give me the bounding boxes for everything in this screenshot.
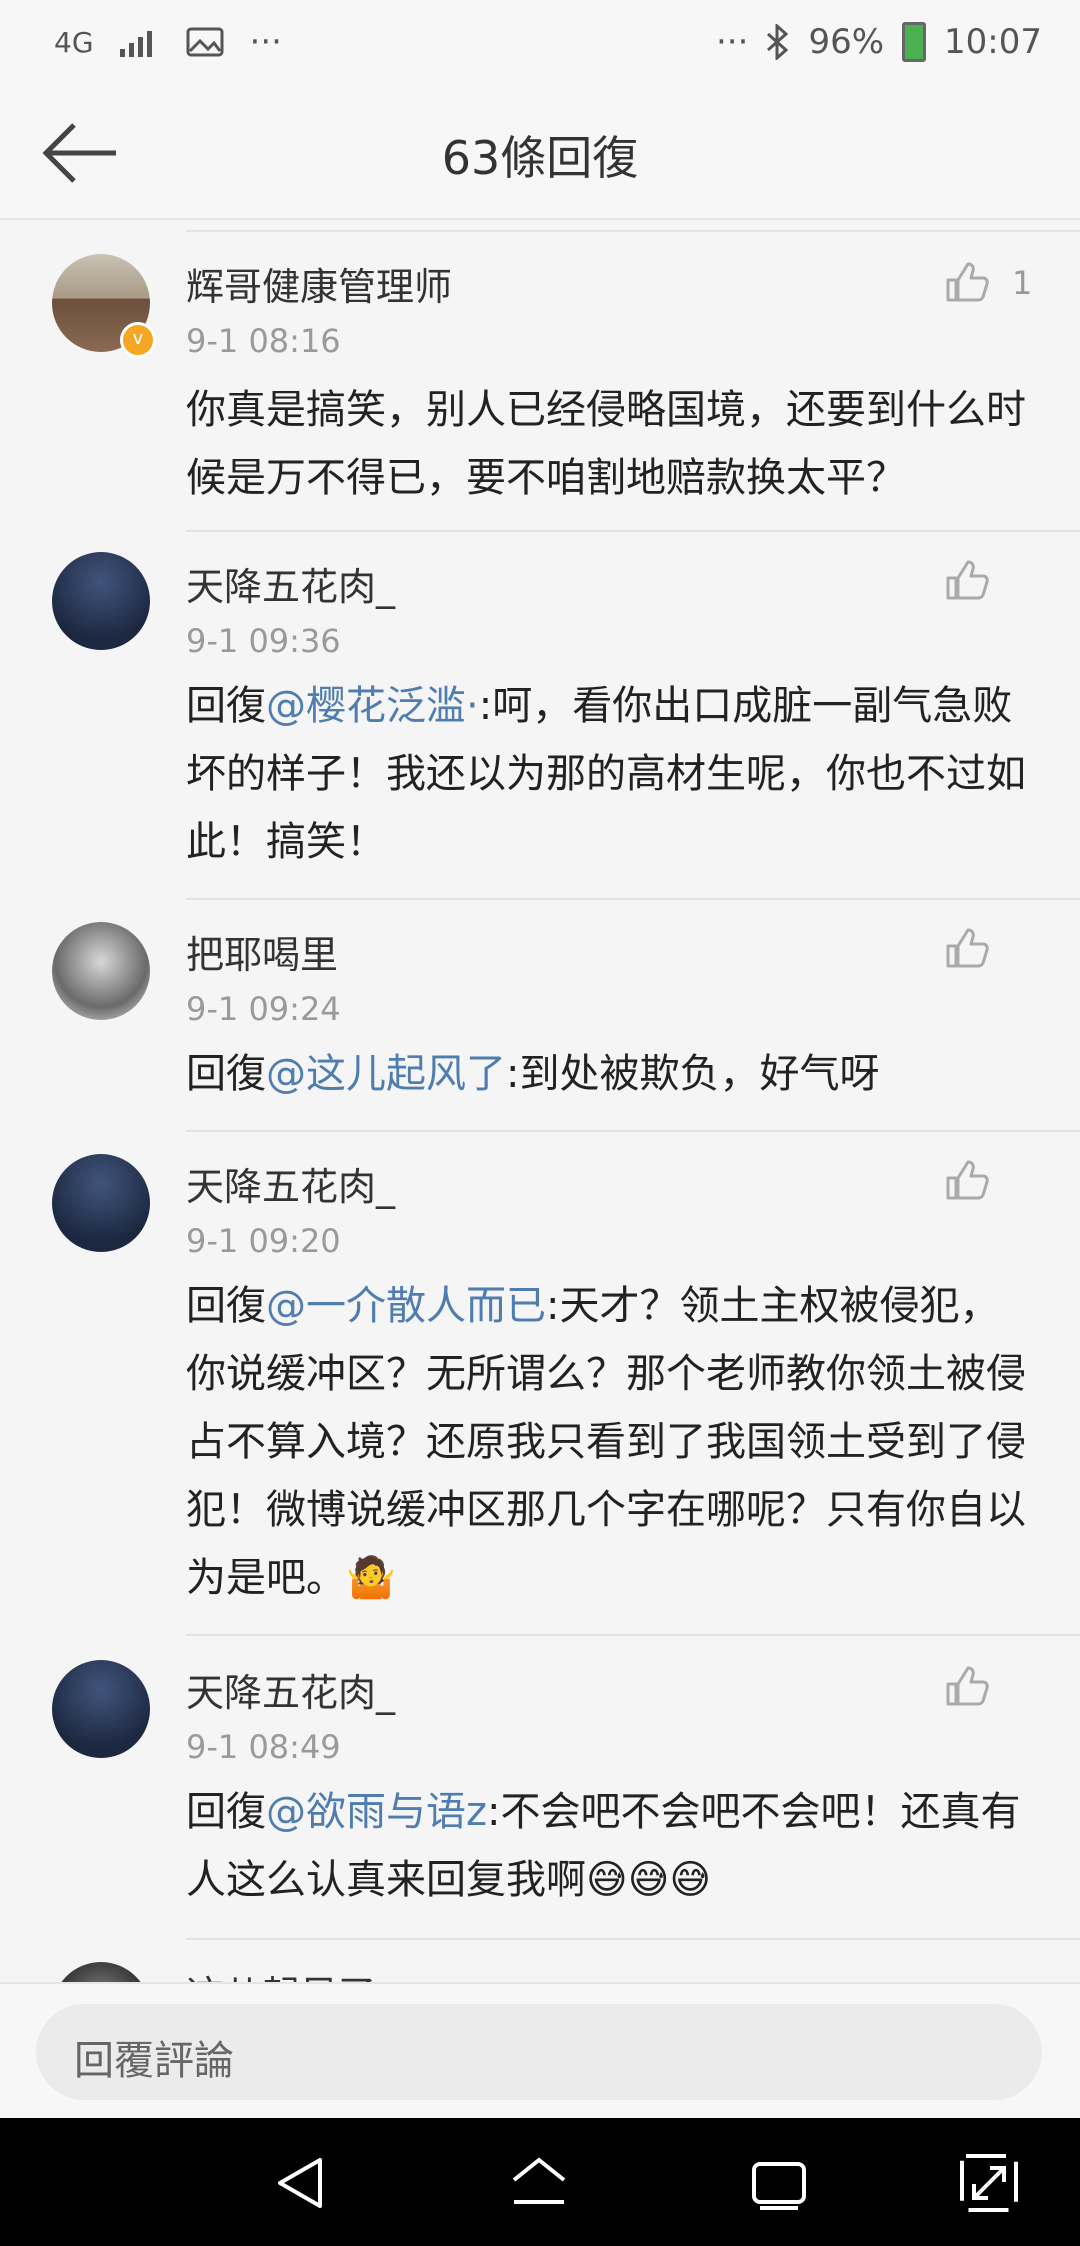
comment-time: 9-1 09:20 bbox=[186, 1222, 341, 1260]
comment-body: :到处被欺负，好气呀 bbox=[506, 1051, 880, 1097]
like-icon[interactable] bbox=[944, 1158, 990, 1202]
comment-item-partial[interactable]: 这儿起风了 bbox=[0, 1940, 1080, 1982]
comment-time: 9-1 09:36 bbox=[186, 622, 341, 660]
image-icon bbox=[186, 27, 224, 57]
battery-percent: 96% bbox=[808, 22, 885, 62]
comment-item[interactable]: 天降五花肉_ 9-1 09:36 回復@樱花泛滥·:呵，看你出口成脏一副气急败坏… bbox=[0, 532, 1080, 898]
like-icon[interactable] bbox=[944, 1664, 990, 1708]
avatar[interactable] bbox=[52, 1154, 150, 1252]
reply-prefix: 回復 bbox=[186, 683, 266, 729]
comment-time: 9-1 08:16 bbox=[186, 322, 341, 360]
comment-item[interactable]: 天降五花肉_ 9-1 09:20 回復@一介散人而已:天才？领土主权被侵犯，你说… bbox=[0, 1132, 1080, 1634]
nav-expand-icon[interactable] bbox=[958, 2152, 1020, 2214]
nav-back-icon[interactable] bbox=[270, 2152, 332, 2214]
network-indicator: 4G bbox=[54, 25, 94, 59]
status-bar: 4G ··· ··· 96% 10:07 bbox=[0, 0, 1080, 88]
comment-list[interactable]: v 辉哥健康管理师 9-1 08:16 1 你真是搞笑，别人已经侵略国境，还要到… bbox=[0, 230, 1080, 1982]
comment-text: 回復@樱花泛滥·:呵，看你出口成脏一副气急败坏的样子！我还以为那的高材生呢，你也… bbox=[186, 672, 1026, 876]
mention-link[interactable]: @这儿起风了 bbox=[266, 1051, 506, 1097]
reply-input[interactable]: 回覆評論 bbox=[36, 2004, 1042, 2100]
reply-placeholder: 回覆評論 bbox=[74, 2038, 234, 2084]
signal-bars-icon bbox=[119, 31, 152, 57]
nav-home-icon[interactable] bbox=[508, 2152, 570, 2214]
avatar[interactable] bbox=[52, 1660, 150, 1758]
bluetooth-icon bbox=[767, 24, 789, 60]
avatar[interactable] bbox=[52, 922, 150, 1020]
reply-prefix: 回復 bbox=[186, 1789, 266, 1835]
comment-username[interactable]: 辉哥健康管理师 bbox=[186, 256, 452, 311]
system-nav-bar bbox=[0, 2118, 1080, 2246]
mention-link[interactable]: @欲雨与语z bbox=[266, 1789, 487, 1835]
reply-prefix: 回復 bbox=[186, 1051, 266, 1097]
like-count: 1 bbox=[1012, 264, 1033, 302]
avatar[interactable] bbox=[52, 552, 150, 650]
comment-username[interactable]: 天降五花肉_ bbox=[186, 1156, 395, 1211]
clock: 10:07 bbox=[944, 22, 1042, 62]
nav-recents-icon[interactable] bbox=[748, 2152, 810, 2214]
comment-item[interactable]: 天降五花肉_ 9-1 08:49 回復@欲雨与语z:不会吧不会吧不会吧！还真有人… bbox=[0, 1636, 1080, 1938]
comment-text: 你真是搞笑，别人已经侵略国境，还要到什么时候是万不得已，要不咱割地赔款换太平？ bbox=[186, 387, 1026, 501]
like-icon[interactable] bbox=[944, 926, 990, 970]
comment-text: 回復@欲雨与语z:不会吧不会吧不会吧！还真有人这么认真来回复我啊😅😅😅 bbox=[186, 1778, 1026, 1914]
comment-username[interactable]: 天降五花肉_ bbox=[186, 1662, 395, 1717]
mention-link[interactable]: @一介散人而已 bbox=[266, 1283, 546, 1329]
comment-username[interactable]: 天降五花肉_ bbox=[186, 556, 395, 611]
comment-text: 回復@这儿起风了:到处被欺负，好气呀 bbox=[186, 1040, 1026, 1108]
avatar[interactable] bbox=[52, 1962, 150, 1982]
like-icon[interactable] bbox=[944, 260, 990, 304]
mention-link[interactable]: @樱花泛滥· bbox=[266, 683, 479, 729]
comment-item[interactable]: 把耶喝里 9-1 09:24 回復@这儿起风了:到处被欺负，好气呀 bbox=[0, 900, 1080, 1130]
verified-badge-icon: v bbox=[120, 322, 156, 358]
comment-time: 9-1 08:49 bbox=[186, 1728, 341, 1766]
comment-username[interactable]: 这儿起风了 bbox=[186, 1964, 376, 1982]
battery-icon bbox=[902, 22, 927, 62]
more-notifications-icon: ··· bbox=[249, 22, 282, 62]
reply-prefix: 回復 bbox=[186, 1283, 266, 1329]
app-bar: 63條回復 bbox=[0, 88, 1080, 220]
comment-time: 9-1 09:24 bbox=[186, 990, 341, 1028]
reply-bar: 回覆評論 bbox=[0, 1982, 1080, 2120]
comment-item[interactable]: v 辉哥健康管理师 9-1 08:16 1 你真是搞笑，别人已经侵略国境，还要到… bbox=[0, 230, 1080, 530]
comment-body: :天才？领土主权被侵犯，你说缓冲区？无所谓么？那个老师教你领土被侵占不算入境？还… bbox=[186, 1283, 1026, 1601]
comment-text: 回復@一介散人而已:天才？领土主权被侵犯，你说缓冲区？无所谓么？那个老师教你领土… bbox=[186, 1272, 1026, 1612]
comment-username[interactable]: 把耶喝里 bbox=[186, 924, 338, 979]
like-icon[interactable] bbox=[944, 558, 990, 602]
page-title: 63條回復 bbox=[441, 131, 639, 185]
more-status-icon: ··· bbox=[716, 22, 749, 62]
